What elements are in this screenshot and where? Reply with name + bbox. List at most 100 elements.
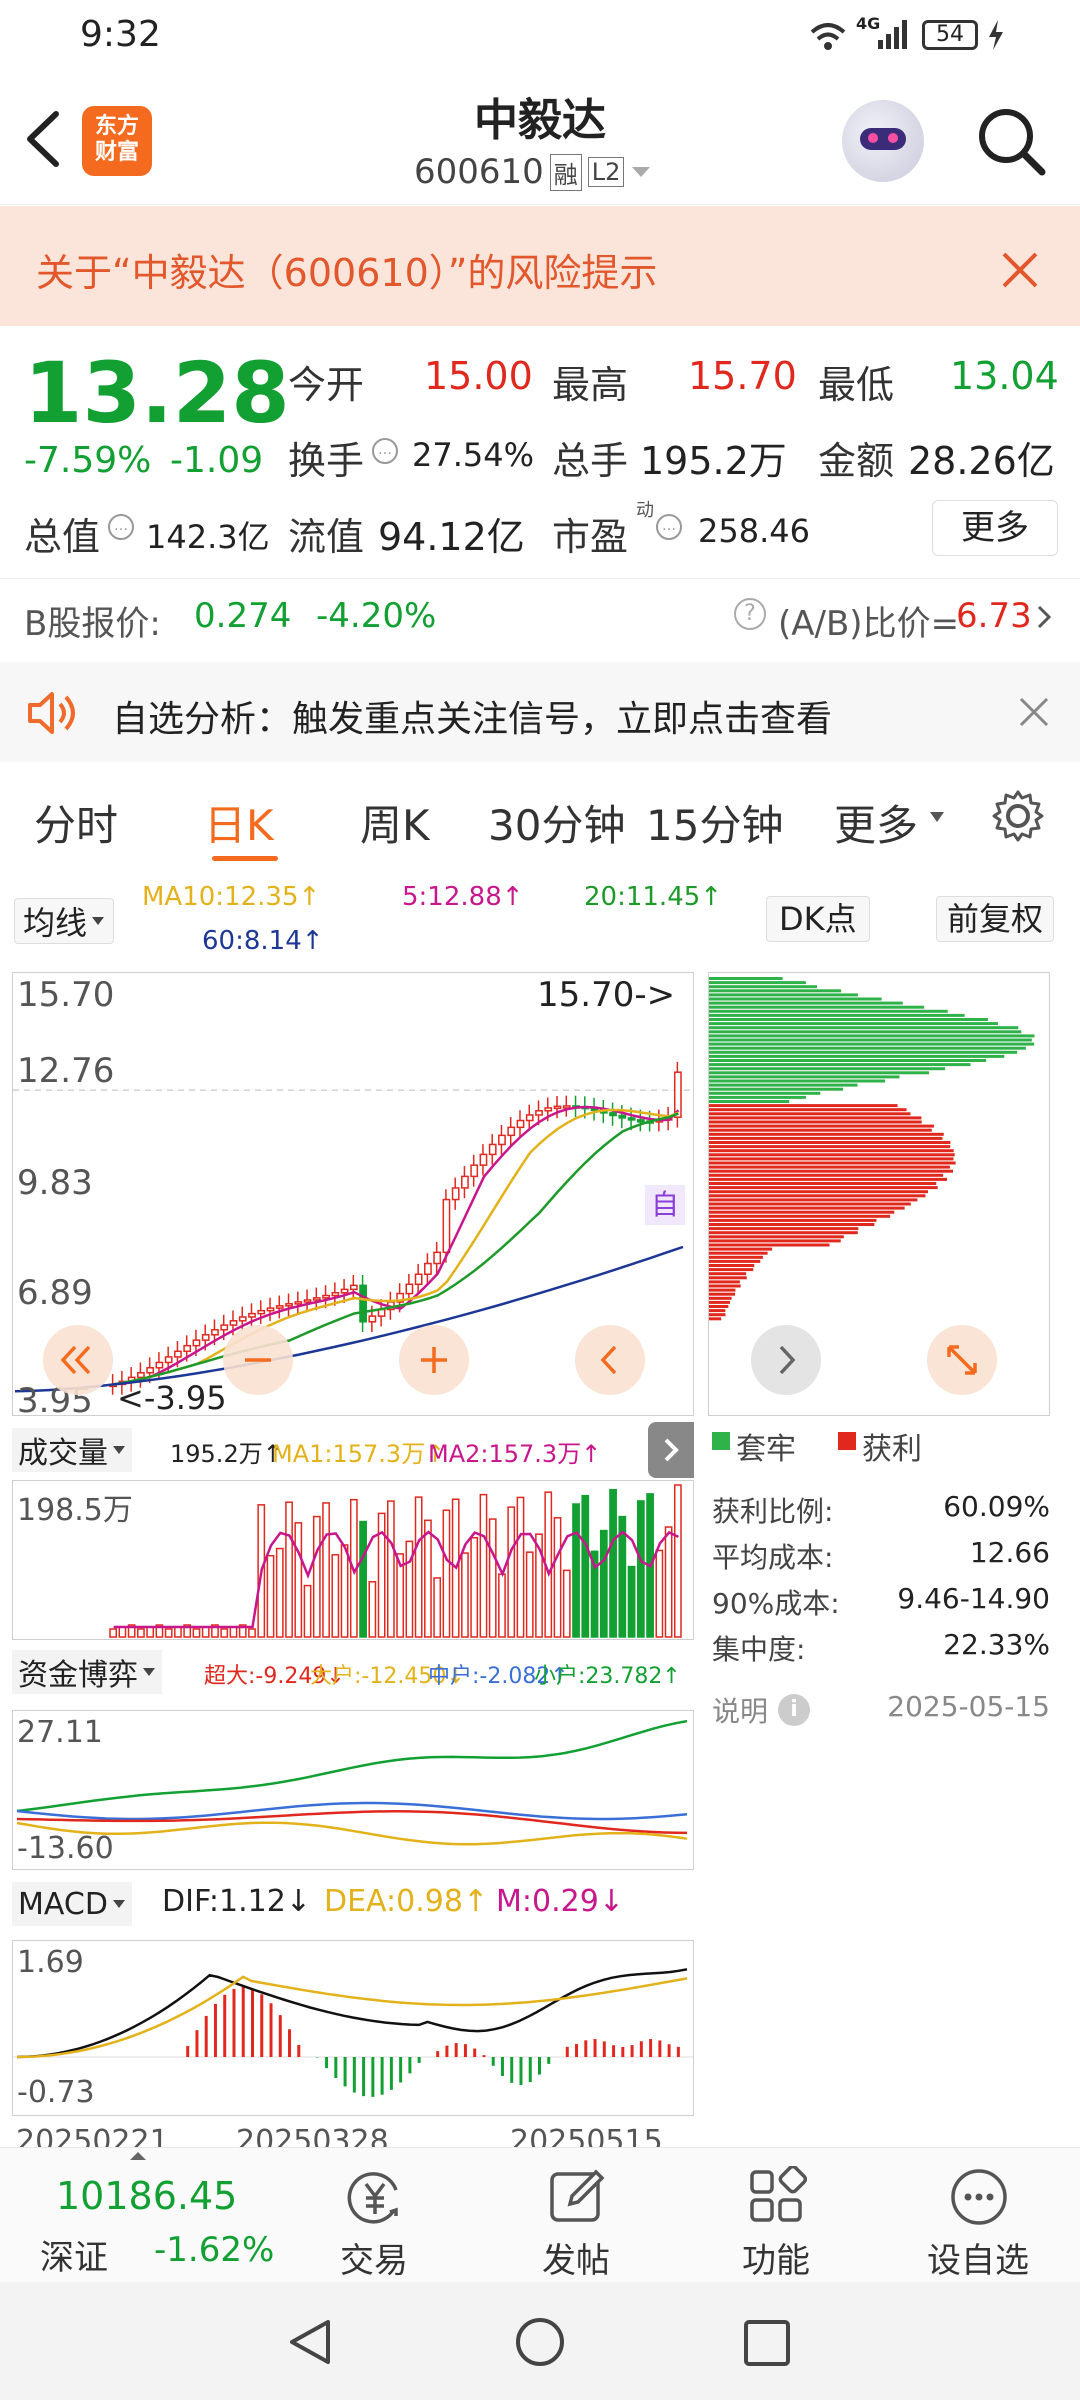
chip-bar <box>709 1145 951 1149</box>
volume-bar <box>275 1547 284 1638</box>
tab-daily-k[interactable]: 日K <box>204 792 274 853</box>
fund-flow-selector[interactable]: 资金博弈 <box>12 1650 162 1694</box>
ma60-readout: 60:8.14↑ <box>202 926 324 956</box>
volume-bar <box>498 1573 506 1638</box>
chip-bar <box>709 1161 956 1165</box>
ab-ratio-label[interactable]: (A/B)比价= <box>778 596 959 645</box>
nav-add-watchlist[interactable]: 设自选 <box>878 2148 1078 2283</box>
step-forward-button[interactable] <box>751 1325 821 1395</box>
info-icon[interactable]: … <box>108 514 134 540</box>
app-logo[interactable]: 东方 财富 <box>82 106 152 176</box>
info-icon[interactable]: … <box>656 514 682 540</box>
back-triangle-icon[interactable] <box>284 2316 336 2368</box>
help-icon[interactable]: ? <box>734 598 766 630</box>
close-icon[interactable] <box>1000 250 1040 290</box>
ma-selector[interactable]: 均线 <box>14 898 115 944</box>
dk-point-button[interactable]: DK点 <box>766 896 870 942</box>
volume-bar <box>164 1628 173 1638</box>
chip-distribution-chart[interactable] <box>708 972 1050 1416</box>
tab-15min[interactable]: 15分钟 <box>646 792 783 853</box>
info-icon[interactable]: i <box>778 1694 810 1726</box>
recents-square-icon[interactable] <box>742 2318 792 2368</box>
candle-body <box>618 1114 627 1119</box>
candle-body <box>285 1303 293 1307</box>
fund-flow-chart[interactable]: 27.11 -13.60 <box>12 1710 694 1870</box>
tab-30min[interactable]: 30分钟 <box>488 792 625 853</box>
close-icon[interactable] <box>1018 696 1050 728</box>
volume-bar <box>424 1519 432 1638</box>
step-back-button[interactable] <box>575 1325 645 1395</box>
chip-bar <box>709 1018 988 1021</box>
home-circle-icon[interactable] <box>514 2316 566 2368</box>
info-icon[interactable]: … <box>372 438 398 464</box>
macd-chart[interactable]: 1.69 -0.73 <box>12 1940 694 2116</box>
chip-bar <box>709 1108 907 1112</box>
index-name[interactable]: 深证 <box>40 2230 108 2279</box>
wifi-icon <box>810 23 846 50</box>
collapse-arrow-icon[interactable] <box>128 2150 148 2162</box>
edit-post-icon <box>550 2169 605 2222</box>
risk-warning-banner[interactable]: 关于“中毅达（600610）”的风险提示 <box>0 206 1080 326</box>
robot-assistant-icon[interactable] <box>842 100 924 182</box>
stock-code-row[interactable]: 600610 融 L2 <box>414 150 652 194</box>
volume-bar <box>553 1517 562 1638</box>
chip-bar <box>709 1100 790 1103</box>
chevron-right-icon <box>779 1345 796 1375</box>
chip-bar <box>709 1165 950 1169</box>
kline-chart[interactable]: 15.70 12.76 9.83 6.89 3.95 15.70-> <-3.9… <box>12 972 694 1421</box>
tab-more[interactable]: 更多 <box>834 792 918 853</box>
chip-bar <box>709 1153 955 1157</box>
tab-weekly-k[interactable]: 周K <box>360 792 430 853</box>
fullscreen-button[interactable] <box>927 1325 997 1395</box>
nav-post[interactable]: 发帖 <box>476 2148 676 2283</box>
macd-canvas <box>13 1968 693 2097</box>
chip-bar <box>709 993 858 997</box>
volume-bar <box>433 1577 442 1638</box>
search-icon[interactable] <box>976 106 1048 178</box>
chip-bar <box>709 1046 1026 1050</box>
change-percent: -7.59% <box>24 440 152 481</box>
volume-selector[interactable]: 成交量 <box>12 1428 132 1472</box>
expand-panel-button[interactable] <box>648 1422 694 1478</box>
candle-body <box>535 1110 543 1116</box>
volume-chart[interactable]: 198.5万 <box>12 1480 694 1640</box>
macd-dea: DEA:0.98↑ <box>324 1884 489 1919</box>
chip-bar <box>709 1038 1032 1042</box>
tab-intraday[interactable]: 分时 <box>34 792 118 853</box>
chip-bar <box>709 997 882 1001</box>
charging-icon <box>989 20 1003 50</box>
speaker-icon <box>28 692 75 734</box>
high-label: 最高 <box>552 363 629 407</box>
adjust-price-button[interactable]: 前复权 <box>936 896 1055 942</box>
candle-body <box>275 1305 284 1309</box>
notice-text: 自选分析：触发重点关注信号，立即点击查看 <box>112 699 833 740</box>
settings-gear-icon[interactable] <box>990 788 1046 844</box>
selection-analysis-notice[interactable]: 自选分析：触发重点关注信号，立即点击查看 <box>0 662 1080 762</box>
candle-body <box>248 1312 256 1318</box>
chip-bar <box>709 1194 926 1198</box>
nav-trade[interactable]: 交易 <box>274 2148 474 2283</box>
back-icon[interactable] <box>22 108 62 170</box>
fast-backward-button[interactable] <box>43 1325 113 1395</box>
volume-value: 195.2万↑ <box>170 1440 283 1468</box>
candle-body <box>507 1126 516 1137</box>
dropdown-icon <box>632 167 651 177</box>
nav-functions[interactable]: 功能 <box>676 2148 876 2283</box>
more-button[interactable]: 更多 <box>932 500 1058 556</box>
battery-icon: 54 <box>922 20 978 50</box>
chip-bar <box>709 977 783 980</box>
index-percent[interactable]: -1.62% <box>154 2230 274 2270</box>
volume-bar <box>609 1488 617 1638</box>
b-share-label: B股报价: <box>24 604 161 644</box>
avg-cost-label: 平均成本: <box>712 1541 834 1574</box>
chip-note-label[interactable]: 说明 <box>712 1690 768 1730</box>
auto-label[interactable]: 自 <box>645 1185 685 1225</box>
chip-bar <box>709 1190 929 1194</box>
concentration-label: 集中度: <box>712 1633 806 1666</box>
zoom-in-button[interactable] <box>399 1325 469 1395</box>
chip-bar <box>709 1169 954 1173</box>
float-cap-label: 流值 <box>288 515 365 559</box>
macd-selector[interactable]: MACD <box>12 1882 132 1926</box>
index-value[interactable]: 10186.45 <box>56 2174 237 2218</box>
zoom-out-button[interactable] <box>223 1325 293 1395</box>
